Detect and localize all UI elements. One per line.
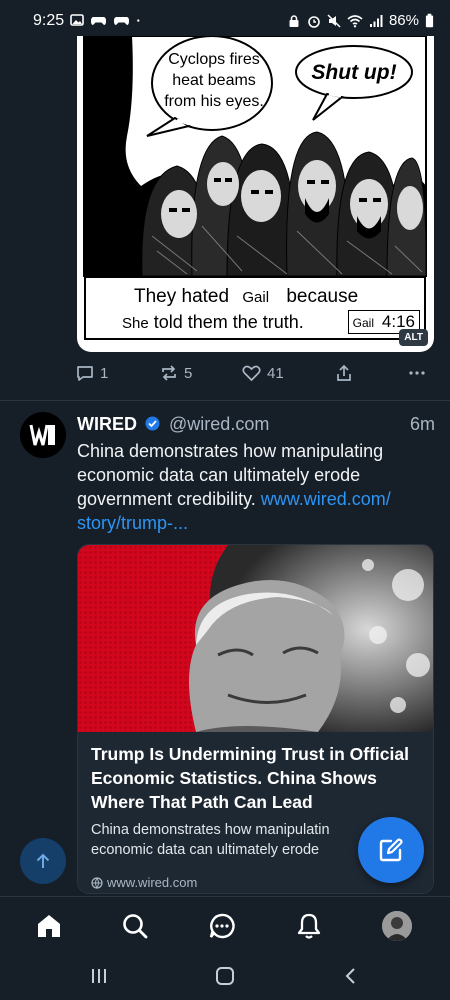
caption-part3: told them the truth. (153, 312, 304, 332)
bell-icon (297, 913, 321, 939)
sign-name: Gail (352, 316, 375, 330)
caption-fill2: She (122, 315, 149, 332)
battery-percent: 86% (388, 12, 419, 29)
share-icon (337, 364, 351, 381)
repost-icon (162, 365, 176, 381)
search-icon (123, 914, 148, 939)
home-square-icon (216, 967, 234, 985)
post-timestamp: 6m (409, 414, 435, 434)
link-description-line1: China demonstrates how manipulatin (91, 822, 330, 838)
wifi-icon (347, 14, 363, 27)
post-image-comic[interactable]: Cyclops fires heat beams from his eyes. … (77, 36, 434, 352)
status-bar: 9:25 86% (0, 0, 450, 40)
nav-search[interactable] (120, 911, 150, 941)
recents-icon (92, 969, 106, 983)
arrow-up-icon (36, 853, 50, 868)
profile-avatar-image (382, 911, 412, 941)
caption-part2: because (286, 286, 359, 307)
status-notification-icons (70, 13, 144, 27)
post-header: WIRED @wired.com 6m (77, 414, 435, 438)
share-button[interactable] (335, 364, 353, 382)
game-controller-icon (91, 17, 106, 25)
scroll-to-top-button[interactable] (20, 838, 66, 884)
lock-icon (289, 14, 299, 27)
home-system-button[interactable] (213, 964, 237, 988)
back-chevron-icon (345, 968, 355, 984)
caption-fill1: Gail (242, 289, 270, 306)
signal-icon (369, 14, 383, 27)
system-navigation-bar (0, 954, 450, 1000)
more-icon (409, 371, 425, 375)
bubble-left-line3: from his eyes. (164, 93, 264, 110)
compose-post-button[interactable] (358, 817, 424, 883)
bubble-left-line2: heat beams (172, 72, 256, 89)
alarm-icon (308, 15, 320, 28)
author-handle[interactable]: @wired.com (169, 414, 269, 434)
bubble-right-text: Shut up! (311, 61, 396, 84)
reply-count: 1 (100, 364, 109, 382)
post-body: China demonstrates how manipulating econ… (77, 439, 437, 535)
link-domain-row: www.wired.com (91, 875, 197, 890)
mute-icon (327, 13, 341, 28)
battery-icon (425, 13, 434, 28)
repost-count: 5 (184, 364, 193, 382)
heart-icon (242, 365, 261, 382)
post-divider (0, 400, 450, 401)
post-link-part1: www.wired.com/ (260, 489, 391, 509)
dot-icon (137, 19, 140, 22)
alt-text-badge[interactable]: ALT (399, 329, 428, 346)
bubble-left-line1: Cyclops fires (168, 51, 260, 68)
nav-notifications[interactable] (294, 911, 324, 941)
reply-icon (77, 366, 93, 381)
recent-apps-button[interactable] (87, 964, 111, 988)
link-domain: www.wired.com (107, 875, 198, 890)
link-title: Trump Is Undermining Trust in Official E… (91, 744, 409, 812)
compose-icon (379, 838, 403, 862)
nav-chat[interactable] (207, 911, 237, 941)
comic-caption-panel: They hated Gail because She told them th… (84, 276, 426, 340)
post-actions: 1 5 41 (76, 364, 434, 386)
status-system-icons: 86% (287, 12, 434, 29)
link-description: China demonstrates how manipulatin econo… (91, 820, 361, 860)
like-button[interactable]: 41 (242, 364, 284, 382)
game-controller-icon (114, 17, 129, 25)
gallery-icon (70, 14, 84, 26)
caption-part1: They hated (134, 286, 230, 307)
caption-line2: She told them the truth. (122, 312, 304, 333)
nav-profile-avatar[interactable] (382, 911, 412, 941)
post-link-part2: story/trump-... (77, 513, 189, 533)
repost-button[interactable]: 5 (160, 364, 192, 382)
globe-icon (91, 876, 103, 889)
home-icon (38, 915, 60, 937)
nav-home[interactable] (34, 911, 64, 941)
link-preview-image (78, 545, 433, 732)
wired-avatar[interactable] (20, 412, 66, 458)
caption-line1: They hated Gail because (134, 286, 358, 308)
verified-badge-icon (145, 416, 160, 431)
author-name[interactable]: WIRED (77, 414, 137, 434)
bottom-navigation (0, 896, 450, 954)
status-time: 9:25 (33, 12, 65, 29)
back-button[interactable] (339, 964, 363, 988)
link-description-line2: economic data can ultimately erode (91, 842, 320, 858)
reply-button[interactable]: 1 (76, 364, 108, 382)
wired-logo-icon (29, 424, 55, 446)
more-options-button[interactable] (408, 364, 426, 382)
chat-icon (209, 913, 235, 939)
like-count: 41 (267, 364, 284, 382)
